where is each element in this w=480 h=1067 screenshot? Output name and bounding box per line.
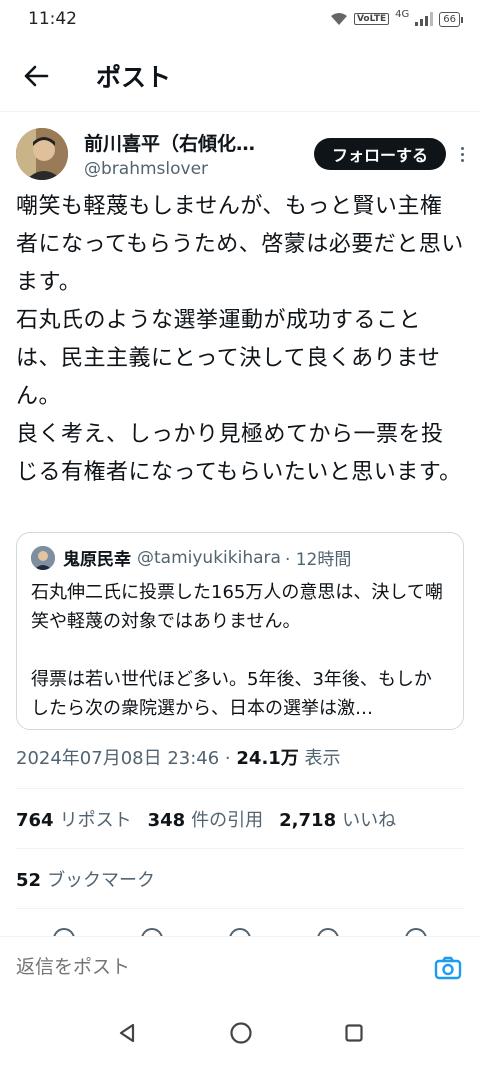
divider: [16, 908, 464, 909]
quote-text: 得票は若い世代ほど多い。5年後、3年後、もしかしたら次の衆院選から、日本の選挙は…: [31, 669, 432, 719]
divider: [16, 848, 464, 849]
page-title: ポスト: [96, 62, 172, 92]
system-nav-bar: [0, 998, 480, 1067]
quote-time: · 12時間: [284, 550, 352, 570]
author-info: 前川喜平（右傾化… @brahmslover: [84, 129, 314, 179]
more-options-icon[interactable]: [458, 146, 466, 162]
quote-body: 石丸伸二氏に投票した165万人の意思は、決して嘲笑や軽蔑の対象ではありません。 …: [31, 578, 449, 723]
author-name[interactable]: 前川喜平（右傾化…: [84, 129, 314, 156]
status-bar: 11:42 VoLTE 4G 66: [0, 0, 480, 38]
status-time: 11:42: [28, 9, 77, 29]
avatar[interactable]: [16, 128, 68, 180]
tweet-datetime[interactable]: 2024年07月08日 23:46 ·: [16, 748, 236, 769]
tweet-paragraph: 石丸氏のような選挙運動が成功することは、民主主義にとって決して良くありません。: [16, 308, 441, 409]
reply-bar: [0, 936, 480, 998]
tweet-stats: 764 リポスト 348 件の引用 2,718 いいね: [16, 806, 396, 832]
divider: [16, 788, 464, 789]
view-count: 24.1万: [236, 748, 299, 769]
signal-icon: [415, 12, 434, 26]
home-circle-icon[interactable]: [229, 1021, 253, 1045]
tweet-paragraph: 嘲笑も軽蔑もしませんが、もっと賢い主権者になってもらうため、啓蒙は必要だと思いま…: [16, 194, 464, 295]
back-triangle-icon[interactable]: [116, 1022, 138, 1044]
quote-avatar: [31, 545, 55, 570]
quote-count[interactable]: 348 件の引用: [148, 806, 264, 832]
arrow-left-icon[interactable]: [0, 40, 72, 112]
quoted-tweet[interactable]: 鬼原民幸 @tamiyukikihara · 12時間 石丸伸二氏に投票した16…: [16, 532, 464, 730]
volte-badge: VoLTE: [353, 13, 390, 25]
repost-count[interactable]: 764 リポスト: [16, 806, 132, 832]
author-handle[interactable]: @brahmslover: [84, 159, 314, 179]
tweet-text: 嘲笑も軽蔑もしませんが、もっと賢い主権者になってもらうため、啓蒙は必要だと思いま…: [16, 188, 464, 492]
follow-button[interactable]: フォローする: [313, 138, 446, 170]
tweet-meta: 2024年07月08日 23:46 · 24.1万 表示: [16, 744, 341, 770]
wifi-icon: [330, 13, 347, 25]
network-type: 4G: [395, 8, 410, 20]
quote-author-handle: @tamiyukikihara: [137, 547, 281, 568]
quote-text: 石丸伸二氏に投票した165万人の意思は、決して嘲笑や軽蔑の対象ではありません。: [31, 582, 443, 632]
battery-icon: 66: [439, 11, 463, 27]
status-icons: VoLTE 4G 66: [330, 8, 463, 27]
like-count[interactable]: 2,718 いいね: [279, 806, 396, 832]
quote-header: 鬼原民幸 @tamiyukikihara · 12時間: [31, 545, 449, 570]
view-label: 表示: [298, 748, 341, 769]
tweet-paragraph: 良く考え、しっかり見極めてから一票を投じる有権者になってもらいたいと思います。: [16, 422, 462, 485]
bookmark-count[interactable]: 52 ブックマーク: [16, 866, 155, 892]
author-row: 前川喜平（右傾化… @brahmslover フォローする: [16, 126, 466, 182]
recents-square-icon[interactable]: [344, 1023, 364, 1043]
reply-input[interactable]: [16, 956, 432, 979]
camera-icon[interactable]: [432, 952, 464, 984]
quote-author-name: 鬼原民幸: [63, 550, 131, 570]
page-header: ポスト: [0, 40, 480, 112]
